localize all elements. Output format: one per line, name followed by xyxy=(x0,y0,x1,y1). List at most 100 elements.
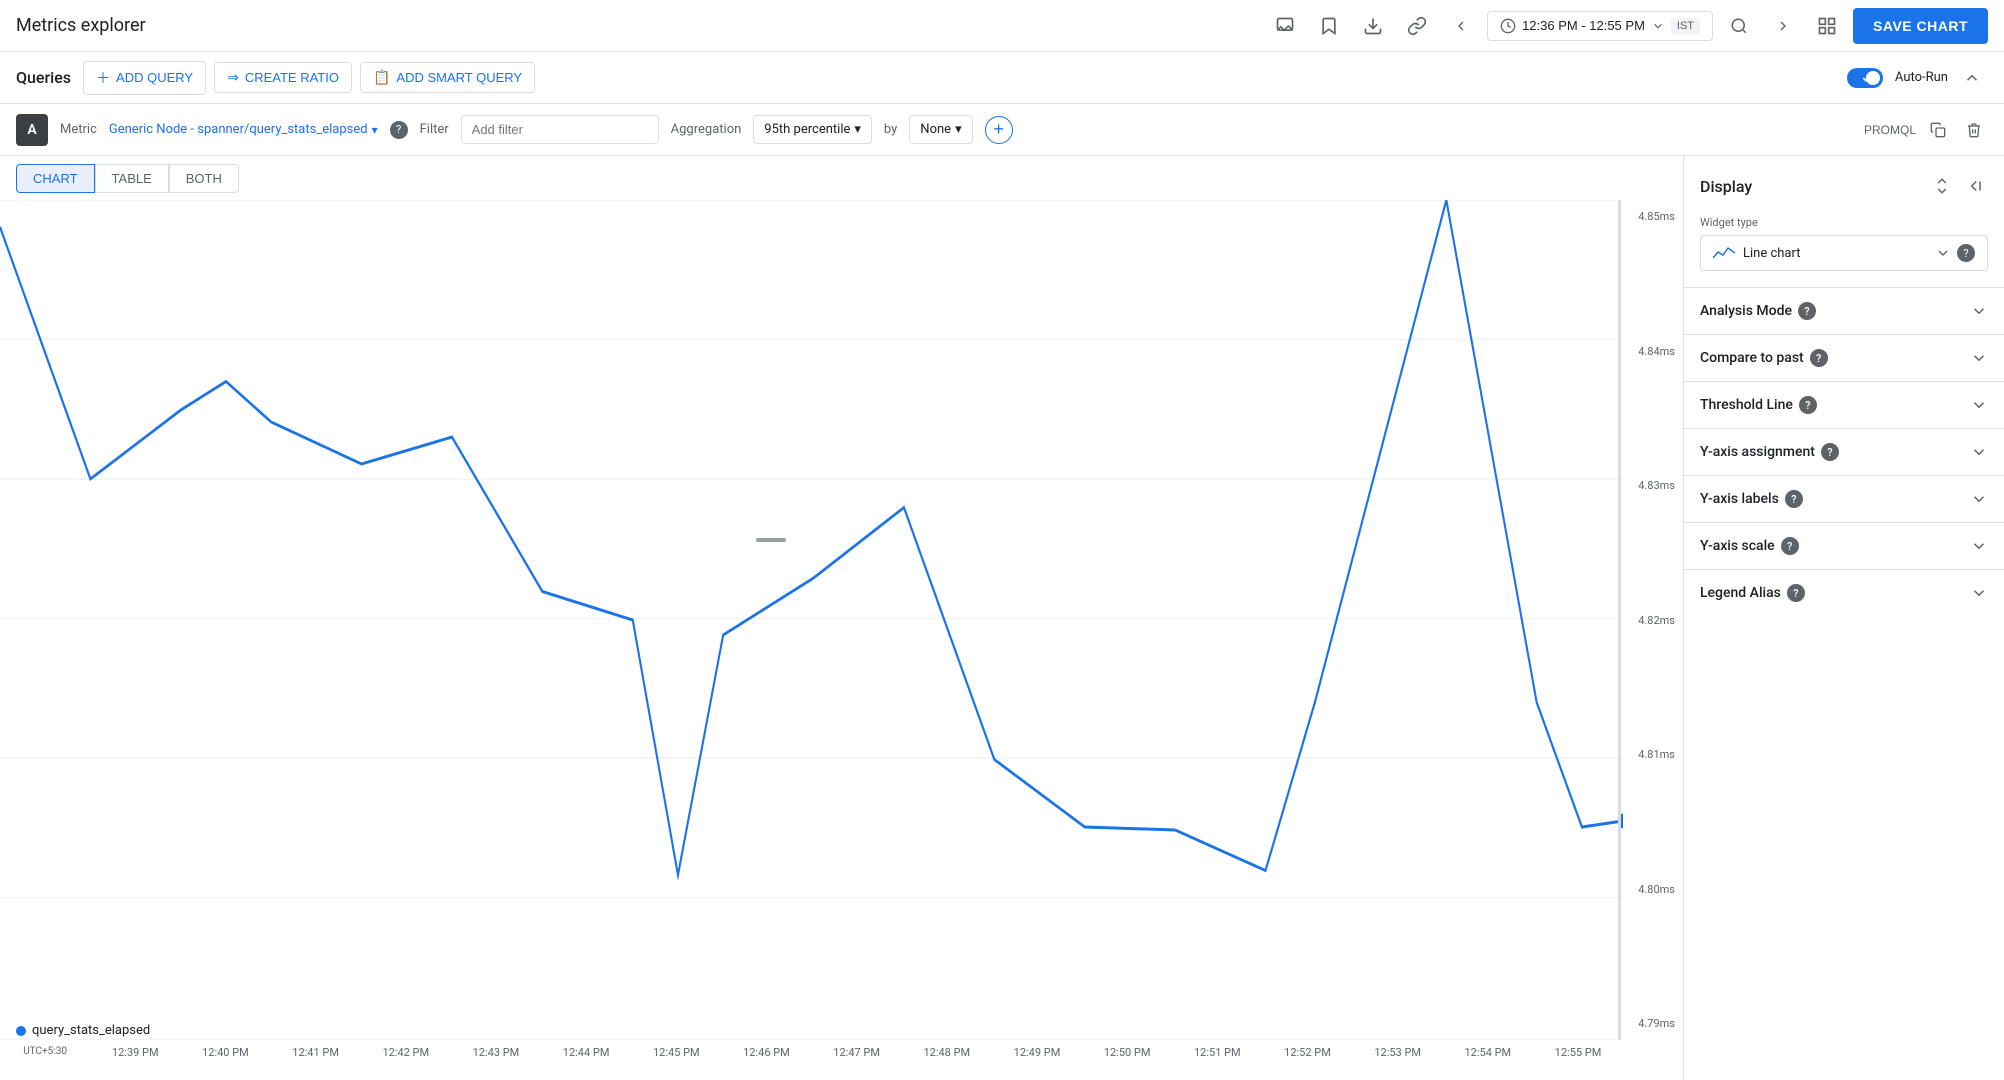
create-ratio-button[interactable]: ⇒ CREATE RATIO xyxy=(214,62,352,93)
y-axis-labels-help-icon[interactable]: ? xyxy=(1785,490,1803,508)
tab-table[interactable]: TABLE xyxy=(95,164,169,193)
by-label: by xyxy=(884,122,897,137)
accordion-header-compare-to-past[interactable]: Compare to past ? xyxy=(1684,335,2004,381)
prev-arrow-btn[interactable] xyxy=(1443,8,1479,44)
y-axis-assignment-chevron-icon xyxy=(1970,443,1988,461)
create-ratio-label: CREATE RATIO xyxy=(245,70,339,85)
x-label-8: 12:46 PM xyxy=(721,1046,811,1059)
display-expand-btn[interactable] xyxy=(1928,172,1956,200)
time-range-btn[interactable]: 12:36 PM - 12:55 PM IST xyxy=(1487,11,1713,41)
x-label-4: 12:42 PM xyxy=(361,1046,451,1059)
accordion-header-threshold-line[interactable]: Threshold Line ? xyxy=(1684,382,2004,428)
aggregation-chevron-icon: ▾ xyxy=(854,122,861,137)
widget-dropdown-icon xyxy=(1935,245,1951,261)
copy-query-button[interactable] xyxy=(1924,116,1952,144)
accordion-threshold-line: Threshold Line ? xyxy=(1684,381,2004,428)
accordion-items: Analysis Mode ? Compare to past ? xyxy=(1684,287,2004,616)
x-label-2: 12:40 PM xyxy=(180,1046,270,1059)
display-header: Display xyxy=(1684,156,2004,208)
promql-label: PROMQL xyxy=(1864,123,1916,137)
legend-alias-help-icon[interactable]: ? xyxy=(1787,584,1805,602)
link-icon-btn[interactable] xyxy=(1399,8,1435,44)
widget-type-help-icon[interactable]: ? xyxy=(1957,244,1975,262)
x-label-16: 12:54 PM xyxy=(1443,1046,1533,1059)
clock-icon xyxy=(1500,18,1516,34)
x-label-6: 12:44 PM xyxy=(541,1046,631,1059)
add-icon: ＋ xyxy=(96,68,110,88)
metric-chevron-icon: ▾ xyxy=(372,123,378,137)
delete-query-button[interactable] xyxy=(1960,116,1988,144)
widget-type-select[interactable]: Line chart ? xyxy=(1700,235,1988,271)
threshold-line-help-icon[interactable]: ? xyxy=(1799,396,1817,414)
display-collapse-panel-btn[interactable] xyxy=(1960,172,1988,200)
next-arrow-btn[interactable] xyxy=(1765,8,1801,44)
compare-to-past-chevron-icon xyxy=(1970,349,1988,367)
accordion-header-y-axis-assignment[interactable]: Y-axis assignment ? xyxy=(1684,429,2004,475)
legend-alias-chevron-icon xyxy=(1970,584,1988,602)
accordion-header-legend-alias[interactable]: Legend Alias ? xyxy=(1684,570,2004,616)
chevron-right-icon xyxy=(1775,18,1791,34)
analysis-mode-help-icon[interactable]: ? xyxy=(1798,302,1816,320)
accordion-y-axis-labels: Y-axis labels ? xyxy=(1684,475,2004,522)
queries-bar: Queries ＋ ADD QUERY ⇒ CREATE RATIO 📋 ADD… xyxy=(0,52,2004,104)
add-smart-query-button[interactable]: 📋 ADD SMART QUERY xyxy=(360,62,535,93)
x-axis: UTC+5:30 12:39 PM 12:40 PM 12:41 PM 12:4… xyxy=(0,1040,1623,1080)
resize-handle[interactable] xyxy=(1618,200,1621,1040)
threshold-line-chevron-icon xyxy=(1970,396,1988,414)
promql-button[interactable]: PROMQL xyxy=(1864,123,1916,137)
header-actions: 12:36 PM - 12:55 PM IST SAVE CHART xyxy=(1267,8,1988,44)
feedback-icon-btn[interactable] xyxy=(1267,8,1303,44)
y-axis-assignment-label: Y-axis assignment xyxy=(1700,444,1815,460)
chart-svg-container xyxy=(0,200,1623,1040)
search-icon xyxy=(1730,17,1748,35)
download-icon xyxy=(1363,16,1383,36)
metric-help-icon[interactable]: ? xyxy=(390,121,408,139)
download-icon-btn[interactable] xyxy=(1355,8,1391,44)
compare-to-past-help-icon[interactable]: ? xyxy=(1810,349,1828,367)
search-icon-btn[interactable] xyxy=(1721,8,1757,44)
nav-arrows xyxy=(1443,8,1479,44)
filter-box[interactable] xyxy=(461,115,659,144)
collapse-button[interactable] xyxy=(1956,62,1988,94)
accordion-header-y-axis-scale[interactable]: Y-axis scale ? xyxy=(1684,523,2004,569)
accordion-analysis-mode: Analysis Mode ? xyxy=(1684,287,2004,334)
auto-run-toggle[interactable] xyxy=(1847,68,1883,88)
accordion-title-compare-to-past: Compare to past ? xyxy=(1700,349,1828,367)
tab-both[interactable]: BOTH xyxy=(169,164,239,193)
accordion-title-threshold-line: Threshold Line ? xyxy=(1700,396,1817,414)
metric-select[interactable]: Generic Node - spanner/query_stats_elaps… xyxy=(109,122,378,137)
y-axis-assignment-help-icon[interactable]: ? xyxy=(1821,443,1839,461)
save-chart-button[interactable]: SAVE CHART xyxy=(1853,8,1988,44)
x-label-7: 12:45 PM xyxy=(631,1046,721,1059)
add-query-button[interactable]: ＋ ADD QUERY xyxy=(83,61,206,95)
time-dropdown-icon xyxy=(1651,19,1665,33)
y-label-2: 4.83ms xyxy=(1631,479,1675,492)
link-icon xyxy=(1407,16,1427,36)
metric-value: Generic Node - spanner/query_stats_elaps… xyxy=(109,122,368,137)
tab-chart[interactable]: CHART xyxy=(16,164,95,193)
x-label-13: 12:51 PM xyxy=(1172,1046,1262,1059)
y-axis-labels-chevron-icon xyxy=(1970,490,1988,508)
y-axis-scale-help-icon[interactable]: ? xyxy=(1781,537,1799,555)
x-label-9: 12:47 PM xyxy=(812,1046,902,1059)
widget-type-section: Widget type Line chart ? xyxy=(1684,208,2004,287)
accordion-y-axis-assignment: Y-axis assignment ? xyxy=(1684,428,2004,475)
panel-close-icon xyxy=(1965,177,1983,195)
add-group-button[interactable]: + xyxy=(985,116,1013,144)
filter-input[interactable] xyxy=(472,122,648,137)
chart-legend: query_stats_elapsed xyxy=(16,1023,150,1038)
line-chart-icon xyxy=(1713,246,1735,260)
header: Metrics explorer 12:36 PM - 12:55 PM IST xyxy=(0,0,2004,52)
aggregation-select[interactable]: 95th percentile ▾ xyxy=(753,115,872,144)
unfold-more-icon xyxy=(1933,177,1951,195)
comparison-icon-btn[interactable] xyxy=(1809,8,1845,44)
accordion-header-y-axis-labels[interactable]: Y-axis labels ? xyxy=(1684,476,2004,522)
x-label-15: 12:53 PM xyxy=(1353,1046,1443,1059)
accordion-header-analysis-mode[interactable]: Analysis Mode ? xyxy=(1684,288,2004,334)
bookmark-icon-btn[interactable] xyxy=(1311,8,1347,44)
copy-icon xyxy=(1930,122,1946,138)
x-label-10: 12:48 PM xyxy=(902,1046,992,1059)
ratio-icon: ⇒ xyxy=(227,69,239,86)
none-select[interactable]: None ▾ xyxy=(909,115,972,144)
y-label-5: 4.80ms xyxy=(1631,883,1675,896)
